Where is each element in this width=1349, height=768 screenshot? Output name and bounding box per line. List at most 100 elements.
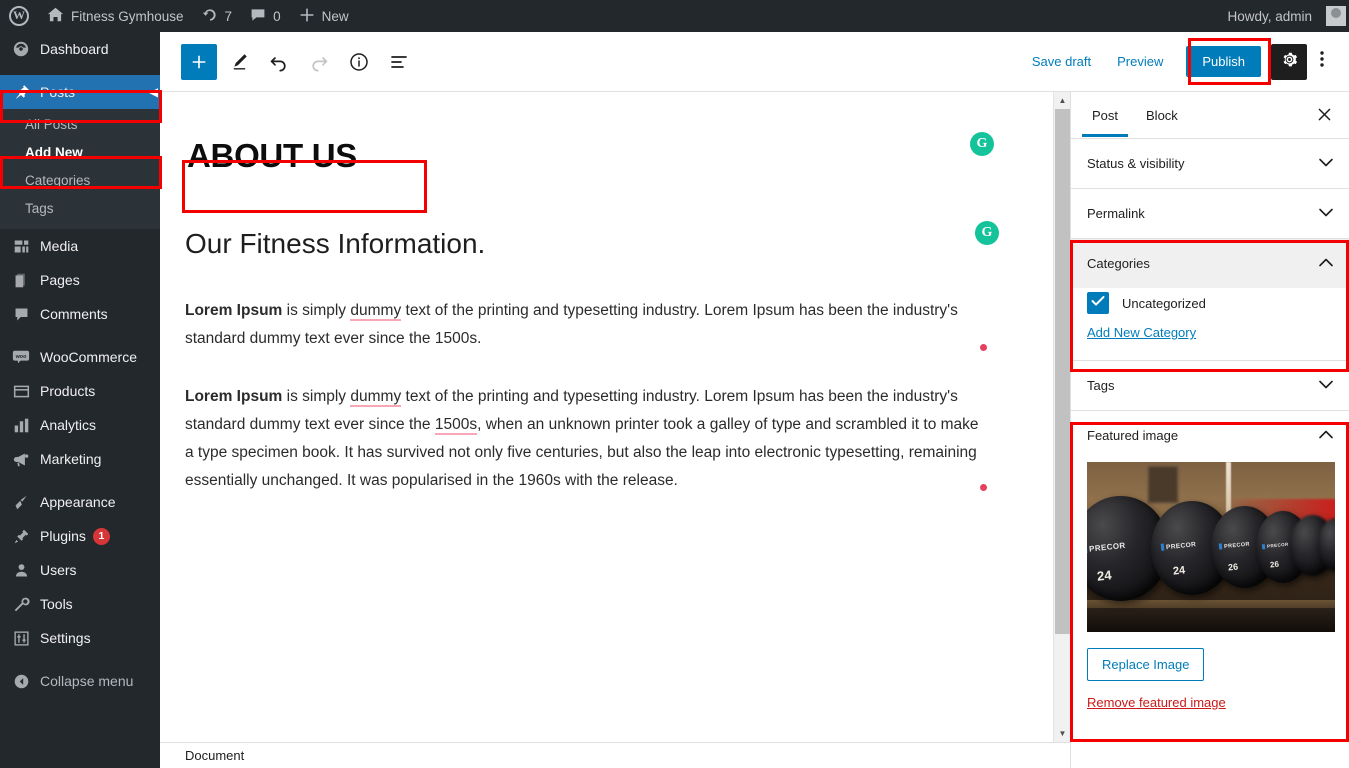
dumbbell-weight-2: 24 <box>1172 564 1186 578</box>
svg-text:woo: woo <box>15 354 27 360</box>
sidebar-item-pages[interactable]: Pages <box>0 263 160 297</box>
sidebar-subitem-all-posts[interactable]: All Posts <box>0 111 160 139</box>
sidebar-item-comments[interactable]: Comments <box>0 297 160 331</box>
list-view-button[interactable] <box>381 44 417 80</box>
sidebar-item-posts[interactable]: Posts ◀ <box>0 75 160 109</box>
sidebar-subitem-categories[interactable]: Categories <box>0 167 160 195</box>
collapse-icon <box>11 671 31 691</box>
howdy-label: Howdy, admin <box>1227 8 1312 24</box>
panel-title: Permalink <box>1087 206 1145 221</box>
dashboard-icon <box>11 39 31 59</box>
sidebar-item-tools[interactable]: Tools <box>0 587 160 621</box>
replace-image-button[interactable]: Replace Image <box>1087 648 1205 681</box>
updates-menu[interactable]: 7 <box>193 0 242 32</box>
sidebar-item-dashboard[interactable]: Dashboard <box>0 32 160 66</box>
marketing-icon <box>11 449 31 469</box>
tab-post[interactable]: Post <box>1081 94 1129 137</box>
sidebar-item-settings[interactable]: Settings <box>0 621 160 655</box>
admin-sidebar: Dashboard Posts ◀ All Posts Add New Cate… <box>0 32 160 768</box>
panel-header-permalink[interactable]: Permalink <box>1071 189 1349 238</box>
more-options-button[interactable] <box>1307 44 1337 80</box>
admin-bar: Fitness Gymhouse 7 0 New Howdy, admin <box>0 0 1349 32</box>
publish-button[interactable]: Publish <box>1186 46 1261 77</box>
site-name-menu[interactable]: Fitness Gymhouse <box>38 0 193 32</box>
sidebar-item-media[interactable]: Media <box>0 229 160 263</box>
panel-title: Tags <box>1087 378 1115 393</box>
dumbbell-photo: PRECOR 24 PRECOR 24 PRECOR 26 PRECOR 26 <box>1087 462 1335 632</box>
paragraph-2-misspelled-word-1: dummy <box>350 388 402 407</box>
sidebar-item-label: Dashboard <box>40 41 109 57</box>
analytics-icon <box>11 415 31 435</box>
close-icon <box>1318 108 1331 125</box>
sidebar-item-analytics[interactable]: Analytics <box>0 408 160 442</box>
panel-header-tags[interactable]: Tags <box>1071 361 1349 410</box>
woocommerce-icon: woo <box>11 347 31 367</box>
chevron-up-icon <box>1319 258 1333 270</box>
dumbbell-weight-3: 26 <box>1227 561 1239 573</box>
sidebar-item-label: Collapse menu <box>40 673 134 689</box>
preview-button[interactable]: Preview <box>1104 46 1176 77</box>
sidebar-item-collapse-menu[interactable]: Collapse menu <box>0 664 160 698</box>
post-title[interactable]: ABOUT US <box>185 134 363 178</box>
editor-toolbar-left <box>160 43 417 80</box>
paragraph-2-bold-lead: Lorem Ipsum <box>185 388 283 405</box>
paragraph-2-misspelled-word-2: 1500s <box>434 416 478 435</box>
panel-body-categories: Uncategorized Add New Category <box>1071 288 1349 360</box>
sidebar-item-label: Users <box>40 562 77 578</box>
sidebar-item-marketing[interactable]: Marketing <box>0 442 160 476</box>
wordpress-logo-icon <box>9 6 29 26</box>
sidebar-item-label: Analytics <box>40 417 97 433</box>
sidebar-item-appearance[interactable]: Appearance <box>0 485 160 519</box>
checkbox-uncategorized[interactable] <box>1087 292 1109 314</box>
undo-button[interactable] <box>261 44 297 80</box>
chevron-down-icon <box>1319 208 1333 220</box>
kebab-vertical-icon <box>1320 50 1324 73</box>
photo-foreground <box>1087 608 1335 632</box>
sidebar-item-plugins[interactable]: Plugins 1 <box>0 519 160 553</box>
close-sidebar-button[interactable] <box>1313 105 1335 127</box>
sidebar-item-products[interactable]: Products <box>0 374 160 408</box>
paragraph-block-1[interactable]: Lorem Ipsum is simply dummy text of the … <box>185 297 990 353</box>
dumbbell-weight-1: 24 <box>1096 566 1113 584</box>
editor-toolbar-right: Save draft Preview Publish <box>1019 43 1349 80</box>
new-content-menu[interactable]: New <box>290 0 358 32</box>
grammarly-badge-subheading[interactable]: G <box>975 221 999 245</box>
panel-header-categories[interactable]: Categories <box>1071 239 1349 288</box>
paragraph-block-2[interactable]: Lorem Ipsum is simply dummy text of the … <box>185 383 990 495</box>
chevron-left-icon: ◀ <box>148 85 158 99</box>
document-breadcrumb[interactable]: Document <box>185 748 244 763</box>
sidebar-item-label: Pages <box>40 272 80 288</box>
redo-button[interactable] <box>301 44 337 80</box>
sidebar-item-woocommerce[interactable]: woo WooCommerce <box>0 340 160 374</box>
remove-featured-image-link[interactable]: Remove featured image <box>1087 695 1226 710</box>
account-menu[interactable]: Howdy, admin <box>1218 0 1349 32</box>
save-draft-button[interactable]: Save draft <box>1019 46 1104 77</box>
photo-wall-frame <box>1146 465 1179 505</box>
add-new-category-link[interactable]: Add New Category <box>1087 325 1196 340</box>
plugins-icon <box>11 526 31 546</box>
grammarly-badge-title[interactable]: G <box>970 132 994 156</box>
scroll-down-arrow-icon[interactable]: ▼ <box>1054 725 1071 742</box>
sidebar-item-users[interactable]: Users <box>0 553 160 587</box>
comments-menu[interactable]: 0 <box>241 0 290 32</box>
scrollbar-thumb[interactable] <box>1055 109 1070 634</box>
sidebar-subitem-tags[interactable]: Tags <box>0 195 160 223</box>
sidebar-subitem-add-new[interactable]: Add New <box>0 139 160 167</box>
editor-scrollbar[interactable]: ▲ ▼ <box>1053 92 1070 742</box>
add-block-button[interactable] <box>181 43 217 80</box>
details-button[interactable] <box>341 44 377 80</box>
panel-header-featured-image[interactable]: Featured image <box>1071 411 1349 460</box>
category-row-uncategorized[interactable]: Uncategorized <box>1087 288 1333 324</box>
sidebar-item-label: Tools <box>40 596 73 612</box>
featured-image-thumbnail[interactable]: PRECOR 24 PRECOR 24 PRECOR 26 PRECOR 26 <box>1087 462 1335 632</box>
scroll-up-arrow-icon[interactable]: ▲ <box>1054 92 1071 109</box>
edit-tool-button[interactable] <box>221 44 257 80</box>
category-label: Uncategorized <box>1122 295 1206 311</box>
post-subheading[interactable]: Our Fitness Information. <box>185 226 1040 262</box>
tab-block[interactable]: Block <box>1141 94 1183 136</box>
wordpress-logo-menu[interactable] <box>0 0 38 32</box>
panel-header-status-visibility[interactable]: Status & visibility <box>1071 139 1349 188</box>
editor-canvas[interactable]: ABOUT US G Our Fitness Information. G Lo… <box>160 92 1070 742</box>
settings-gear-button[interactable] <box>1271 43 1307 80</box>
updates-icon <box>202 7 218 26</box>
